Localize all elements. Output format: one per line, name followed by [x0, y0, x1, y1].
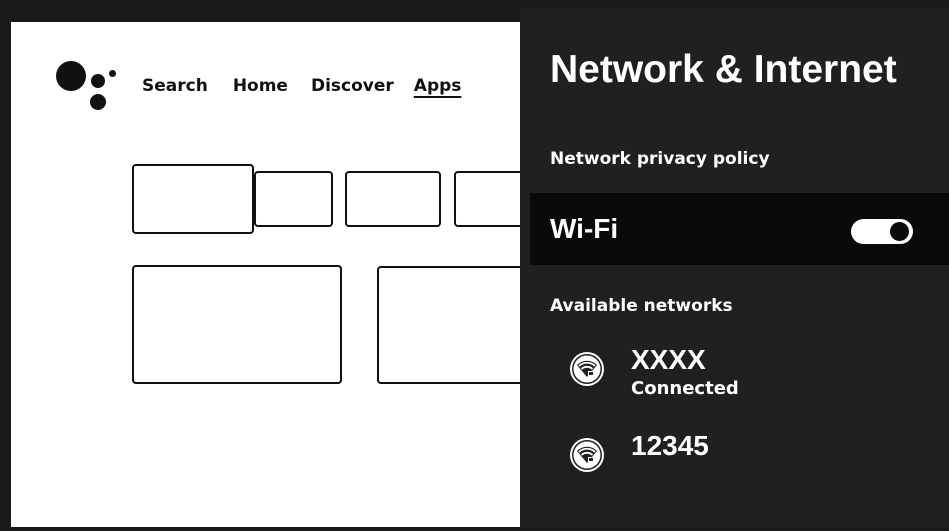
- google-assistant-icon[interactable]: [56, 59, 116, 115]
- network-name: 12345: [631, 430, 709, 461]
- network-privacy-policy-item[interactable]: Network privacy policy: [550, 149, 770, 169]
- nav-search[interactable]: Search: [142, 76, 208, 96]
- settings-panel: Network & Internet Network privacy polic…: [520, 8, 949, 528]
- app-tile[interactable]: [254, 171, 333, 227]
- nav-home[interactable]: Home: [233, 76, 288, 96]
- content-card[interactable]: [132, 265, 342, 384]
- available-networks-heading: Available networks: [550, 296, 733, 316]
- network-name: XXXX: [631, 344, 706, 375]
- home-screen: Search Home Discover Apps: [11, 22, 520, 527]
- page-title: Network & Internet: [550, 48, 897, 91]
- wifi-locked-icon: [570, 352, 604, 386]
- wifi-label: Wi-Fi: [550, 213, 619, 244]
- app-tile[interactable]: [345, 171, 441, 227]
- wifi-locked-icon: [570, 438, 604, 472]
- toggle-knob: [890, 222, 909, 241]
- content-card[interactable]: [377, 266, 520, 384]
- nav-discover[interactable]: Discover: [311, 76, 394, 96]
- nav-apps[interactable]: Apps: [414, 76, 462, 96]
- app-tile[interactable]: [454, 171, 520, 227]
- top-nav: Search Home Discover Apps: [142, 76, 486, 96]
- app-tile-focused[interactable]: [132, 164, 254, 234]
- wifi-toggle[interactable]: [851, 219, 913, 244]
- wifi-row[interactable]: Wi-Fi: [530, 193, 949, 265]
- network-status: Connected: [631, 378, 739, 399]
